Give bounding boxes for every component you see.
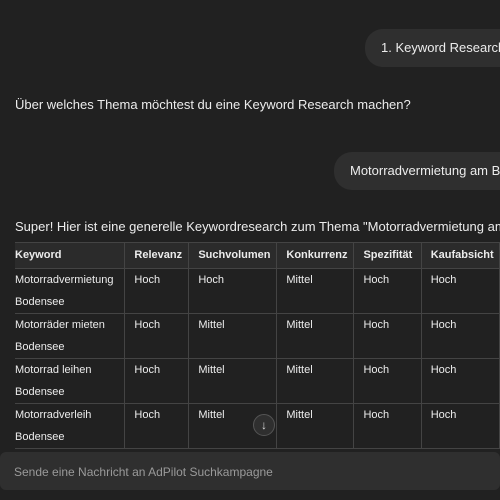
scroll-to-bottom-button[interactable]: ↓ — [253, 414, 275, 436]
spezifitaet-cell: Hoch — [353, 358, 422, 404]
kaufabsicht-cell: Hoch — [420, 358, 500, 404]
column-header-konkurrenz: Konkurrenz — [276, 242, 355, 269]
relevanz-cell: Hoch — [124, 268, 190, 314]
user-message-bubble: Motorradvermietung am Bo — [334, 152, 500, 190]
relevanz-cell: Hoch — [124, 313, 190, 359]
column-header-suchvolumen: Suchvolumen — [188, 242, 278, 269]
user-message-bubble: 1. Keyword Research u — [365, 29, 500, 67]
keyword-text: Bodensee — [15, 386, 65, 398]
keyword-text: Motorrad leihen — [15, 364, 92, 376]
konkurrenz-cell: Mittel — [276, 268, 355, 314]
keyword-text: Bodensee — [15, 296, 65, 308]
spezifitaet-cell: Hoch — [353, 403, 422, 449]
relevanz-cell: Hoch — [124, 358, 190, 404]
kaufabsicht-cell: Hoch — [420, 403, 500, 449]
keyword-cell: Motorradverleih Bodensee — [15, 403, 126, 449]
column-header-spezifitaet: Spezifität — [353, 242, 422, 269]
table-header-row: Keyword Relevanz Suchvolumen Konkurrenz … — [15, 242, 500, 269]
keyword-cell: Motorrad leihen Bodensee — [15, 358, 126, 404]
column-header-relevanz: Relevanz — [124, 242, 190, 269]
kaufabsicht-cell: Hoch — [420, 268, 500, 314]
keyword-text: Motorradverleih — [15, 409, 92, 421]
keyword-cell: Motorradvermietung Bodensee — [15, 268, 126, 314]
spezifitaet-cell: Hoch — [353, 268, 422, 314]
message-input[interactable] — [12, 461, 486, 483]
konkurrenz-cell: Mittel — [276, 403, 355, 449]
user-message-text: 1. Keyword Research u — [381, 40, 500, 55]
table-row: Motorradvermietung Bodensee Hoch Hoch Mit… — [15, 268, 500, 314]
arrow-down-icon: ↓ — [261, 418, 267, 432]
relevanz-cell: Hoch — [124, 403, 190, 449]
keyword-text: Bodensee — [15, 431, 65, 443]
table-row: Motorräder mieten Bodensee Hoch Mittel Mi… — [15, 313, 500, 359]
message-composer — [0, 452, 500, 490]
kaufabsicht-cell: Hoch — [420, 313, 500, 359]
bottom-strip — [0, 490, 500, 500]
assistant-message-text: Super! Hier ist eine generelle Keywordre… — [15, 219, 500, 234]
column-header-kaufabsicht: Kaufabsicht — [420, 242, 500, 269]
keyword-text: Bodensee — [15, 341, 65, 353]
keyword-cell: Motorräder mieten Bodensee — [15, 313, 126, 359]
column-header-keyword: Keyword — [15, 242, 126, 269]
spezifitaet-cell: Hoch — [353, 313, 422, 359]
keyword-text: Motorradvermietung — [15, 274, 114, 286]
keyword-text: Motorräder mieten — [15, 319, 105, 331]
konkurrenz-cell: Mittel — [276, 358, 355, 404]
suchvolumen-cell: Mittel — [188, 358, 278, 404]
table-row: Motorrad leihen Bodensee Hoch Mittel Mitt… — [15, 358, 500, 404]
konkurrenz-cell: Mittel — [276, 313, 355, 359]
suchvolumen-cell: Mittel — [188, 313, 278, 359]
suchvolumen-cell: Hoch — [188, 268, 278, 314]
assistant-message-text: Über welches Thema möchtest du eine Keyw… — [15, 97, 411, 112]
user-message-text: Motorradvermietung am Bo — [350, 163, 500, 178]
